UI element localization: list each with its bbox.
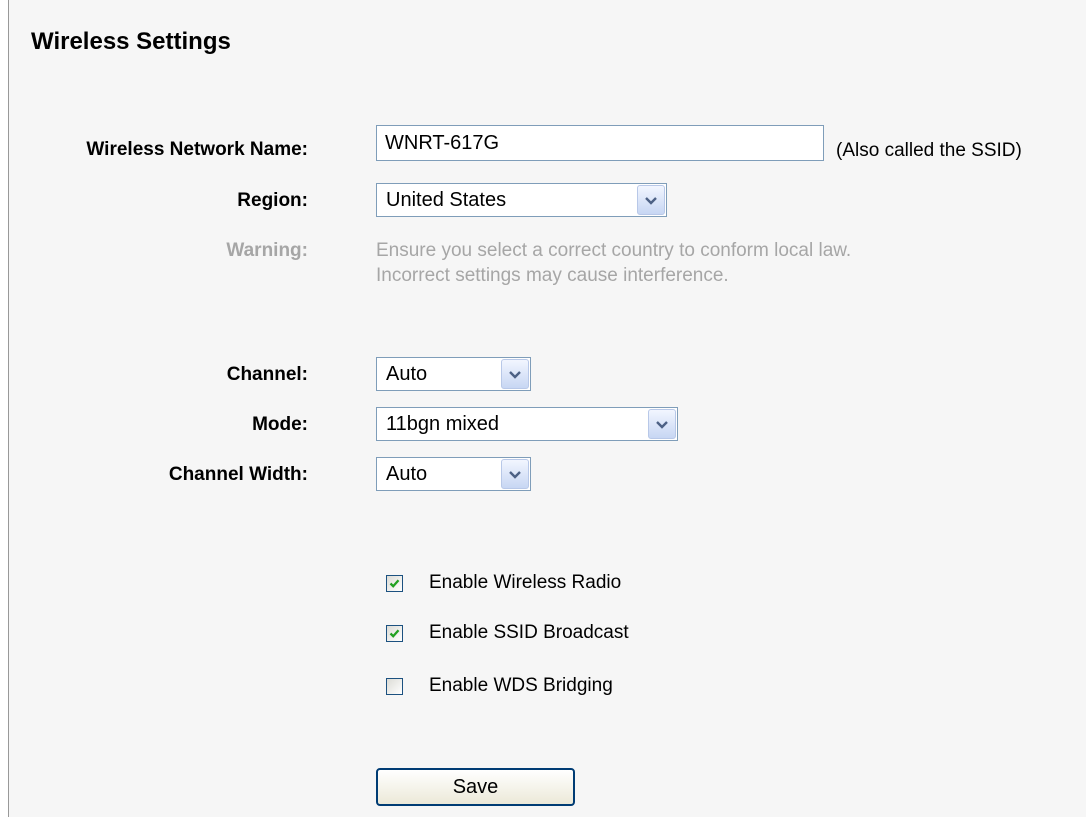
channel-width-select-value: Auto [386,463,428,485]
channel-label: Channel: [226,364,308,385]
ssid-broadcast-checkbox[interactable] [386,625,403,642]
ssid-input[interactable] [376,125,824,161]
chevron-down-icon[interactable] [501,459,529,489]
wireless-radio-checkbox[interactable] [386,575,403,592]
channel-width-select[interactable]: Auto [376,457,531,491]
ssid-broadcast-label: Enable SSID Broadcast [429,622,629,643]
wireless-radio-label: Enable Wireless Radio [429,572,622,593]
wds-bridging-label: Enable WDS Bridging [429,675,613,696]
mode-select-value: 11bgn mixed [386,413,500,435]
chevron-down-icon[interactable] [637,185,665,215]
channel-select[interactable]: Auto [376,357,531,391]
warning-text-line2: Incorrect settings may cause interferenc… [376,265,729,286]
ssid-label: Wireless Network Name: [86,139,308,160]
region-label: Region: [237,190,308,211]
channel-select-value: Auto [386,363,428,385]
chevron-down-icon[interactable] [648,409,676,439]
region-select-value: United States [386,189,507,211]
wds-bridging-checkbox[interactable] [386,678,403,695]
checkmark-icon [389,579,400,588]
warning-text-line1: Ensure you select a correct country to c… [376,240,852,261]
ssid-hint: (Also called the SSID) [836,140,1022,161]
chevron-down-icon[interactable] [501,359,529,389]
channel-width-label: Channel Width: [168,464,308,485]
region-select[interactable]: United States [376,183,667,217]
checkmark-icon [389,629,400,638]
mode-label: Mode: [252,414,308,435]
save-button[interactable]: Save [376,768,575,806]
warning-label: Warning: [226,240,308,261]
mode-select[interactable]: 11bgn mixed [376,407,678,441]
page-title: Wireless Settings [31,28,231,55]
